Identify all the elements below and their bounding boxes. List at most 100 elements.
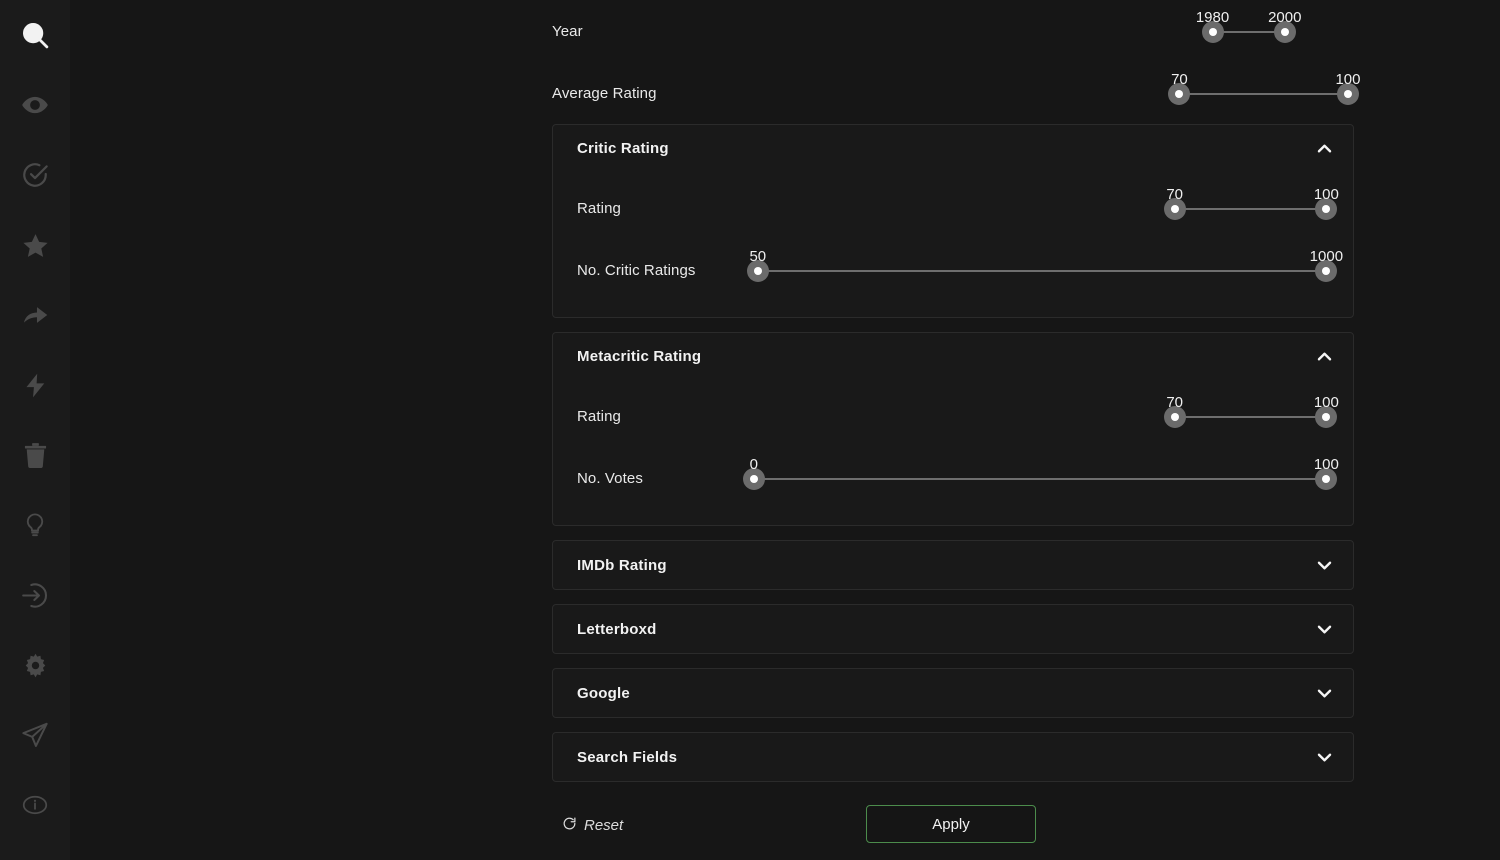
sidebar-item-send[interactable] [0, 700, 70, 770]
slider-wrap-metacritic-rating-value: 70 100 [752, 394, 1339, 438]
range-slider-no-critic-ratings[interactable]: 50 1000 [746, 248, 1343, 282]
search-icon [20, 20, 50, 50]
info-icon [22, 792, 48, 818]
slider-value-max-no-critic-ratings: 1000 [1309, 248, 1344, 265]
panel-header-google[interactable]: Google [553, 669, 1353, 717]
trash-icon [22, 442, 49, 469]
panel-title-search-fields: Search Fields [577, 748, 678, 766]
lightbulb-icon [22, 512, 48, 538]
sidebar-item-quick[interactable] [0, 350, 70, 420]
slider-wrap-average-rating: 70 100 [752, 71, 1360, 115]
slider-handle-min-average-rating[interactable]: 70 [1168, 71, 1191, 105]
filter-row-metacritic-no-votes: No. Votes 0 100 [577, 447, 1339, 509]
range-slider-metacritic-rating-value[interactable]: 70 100 [752, 394, 1339, 428]
filter-sections: Critic Rating Rating 70 100 No. Critic Ratin… [552, 124, 1354, 782]
panel-title-imdb-rating: IMDb Rating [577, 556, 667, 574]
slider-handle-max-year[interactable]: 2000 [1268, 9, 1301, 43]
filter-label-critic-rating-value: Rating [577, 199, 621, 217]
main-content: Year 1980 2000 Average Rating 70 100 Critic R… [70, 0, 1500, 860]
slider-handle-min-year[interactable]: 1980 [1196, 9, 1229, 43]
slider-value-max-year: 2000 [1268, 9, 1302, 26]
slider-handle-max-no-critic-ratings[interactable]: 1000 [1310, 248, 1343, 282]
range-slider-year[interactable]: 1980 2000 [752, 9, 1354, 43]
panel-title-critic-rating: Critic Rating [577, 139, 669, 157]
slider-handle-min-no-critic-ratings[interactable]: 50 [746, 248, 769, 282]
panel-header-imdb-rating[interactable]: IMDb Rating [553, 541, 1353, 589]
slider-value-min-metacritic-no-votes: 0 [749, 456, 758, 473]
chevron-up-icon[interactable] [1313, 345, 1335, 367]
slider-wrap-critic-rating-value: 70 100 [752, 186, 1339, 230]
eye-icon [21, 91, 49, 119]
filter-row-no-critic-ratings: No. Critic Ratings 50 1000 [577, 239, 1343, 301]
panel-header-critic-rating[interactable]: Critic Rating [553, 125, 1353, 171]
apply-button[interactable]: Apply [866, 805, 1036, 843]
sidebar-item-info[interactable] [0, 770, 70, 840]
panel-google: Google [552, 668, 1354, 718]
sidebar-item-login[interactable] [0, 560, 70, 630]
login-icon [21, 581, 50, 610]
send-icon [21, 721, 49, 749]
slider-selected-track [753, 478, 1327, 480]
panel-critic-rating: Critic Rating Rating 70 100 No. Critic Ratin… [552, 124, 1354, 318]
slider-selected-track [757, 270, 1327, 272]
slider-value-min-critic-rating-value: 70 [1166, 186, 1183, 203]
lightning-icon [22, 372, 49, 399]
reset-button[interactable]: Reset [562, 816, 623, 835]
sidebar-item-watched[interactable] [0, 70, 70, 140]
slider-selected-track [1174, 416, 1327, 418]
range-slider-metacritic-no-votes[interactable]: 0 100 [742, 456, 1339, 490]
slider-selected-track [1174, 208, 1327, 210]
star-icon [21, 231, 50, 260]
slider-handle-max-metacritic-rating-value[interactable]: 100 [1314, 394, 1339, 428]
slider-selected-track [1179, 93, 1348, 95]
panel-letterboxd: Letterboxd [552, 604, 1354, 654]
gear-icon [22, 652, 49, 679]
refresh-icon [562, 816, 577, 835]
panel-title-metacritic-rating: Metacritic Rating [577, 347, 702, 365]
filter-row-average-rating: Average Rating 70 100 [552, 62, 1360, 124]
slider-wrap-no-critic-ratings: 50 1000 [746, 248, 1343, 292]
panel-header-letterboxd[interactable]: Letterboxd [553, 605, 1353, 653]
slider-value-max-metacritic-rating-value: 100 [1313, 394, 1339, 411]
slider-handle-min-metacritic-no-votes[interactable]: 0 [742, 456, 765, 490]
slider-wrap-metacritic-no-votes: 0 100 [742, 456, 1339, 500]
top-level-filters: Year 1980 2000 Average Rating 70 100 [552, 0, 1360, 124]
panel-header-search-fields[interactable]: Search Fields [553, 733, 1353, 781]
share-arrow-icon [21, 301, 49, 329]
chevron-down-icon[interactable] [1313, 554, 1335, 576]
filter-label-metacritic-no-votes: No. Votes [577, 469, 643, 487]
slider-handle-max-average-rating[interactable]: 100 [1335, 71, 1360, 105]
slider-value-max-average-rating: 100 [1335, 71, 1361, 88]
filter-page: Year 1980 2000 Average Rating 70 100 Critic R… [0, 0, 1500, 860]
sidebar-item-suggestions[interactable] [0, 490, 70, 560]
panel-metacritic-rating: Metacritic Rating Rating 70 100 No. Votes 0 10… [552, 332, 1354, 526]
sidebar-item-favorites[interactable] [0, 210, 70, 280]
check-circle-icon [21, 161, 49, 189]
panel-header-metacritic-rating[interactable]: Metacritic Rating [553, 333, 1353, 379]
sidebar-item-watchlist[interactable] [0, 140, 70, 210]
sidebar-item-search[interactable] [0, 0, 70, 70]
filter-label-year: Year [552, 22, 583, 40]
chevron-down-icon[interactable] [1313, 746, 1335, 768]
panel-body-metacritic-rating: Rating 70 100 No. Votes 0 100 [553, 379, 1353, 525]
sidebar-item-trash[interactable] [0, 420, 70, 490]
chevron-up-icon[interactable] [1313, 137, 1335, 159]
form-footer: Reset Apply [552, 796, 1354, 860]
slider-handle-min-critic-rating-value[interactable]: 70 [1163, 186, 1186, 220]
chevron-down-icon[interactable] [1313, 682, 1335, 704]
slider-handle-min-metacritic-rating-value[interactable]: 70 [1163, 394, 1186, 428]
range-slider-critic-rating-value[interactable]: 70 100 [752, 186, 1339, 220]
sidebar-item-settings[interactable] [0, 630, 70, 700]
range-slider-average-rating[interactable]: 70 100 [752, 71, 1360, 105]
panel-search-fields: Search Fields [552, 732, 1354, 782]
slider-handle-max-critic-rating-value[interactable]: 100 [1314, 186, 1339, 220]
slider-value-max-critic-rating-value: 100 [1313, 186, 1339, 203]
left-icon-sidebar [0, 0, 70, 860]
panel-body-critic-rating: Rating 70 100 No. Critic Ratings 50 1000 [553, 171, 1353, 317]
chevron-down-icon[interactable] [1313, 618, 1335, 640]
slider-value-min-no-critic-ratings: 50 [749, 248, 767, 265]
filter-label-no-critic-ratings: No. Critic Ratings [577, 261, 696, 279]
slider-handle-max-metacritic-no-votes[interactable]: 100 [1314, 456, 1339, 490]
panel-imdb-rating: IMDb Rating [552, 540, 1354, 590]
sidebar-item-share[interactable] [0, 280, 70, 350]
